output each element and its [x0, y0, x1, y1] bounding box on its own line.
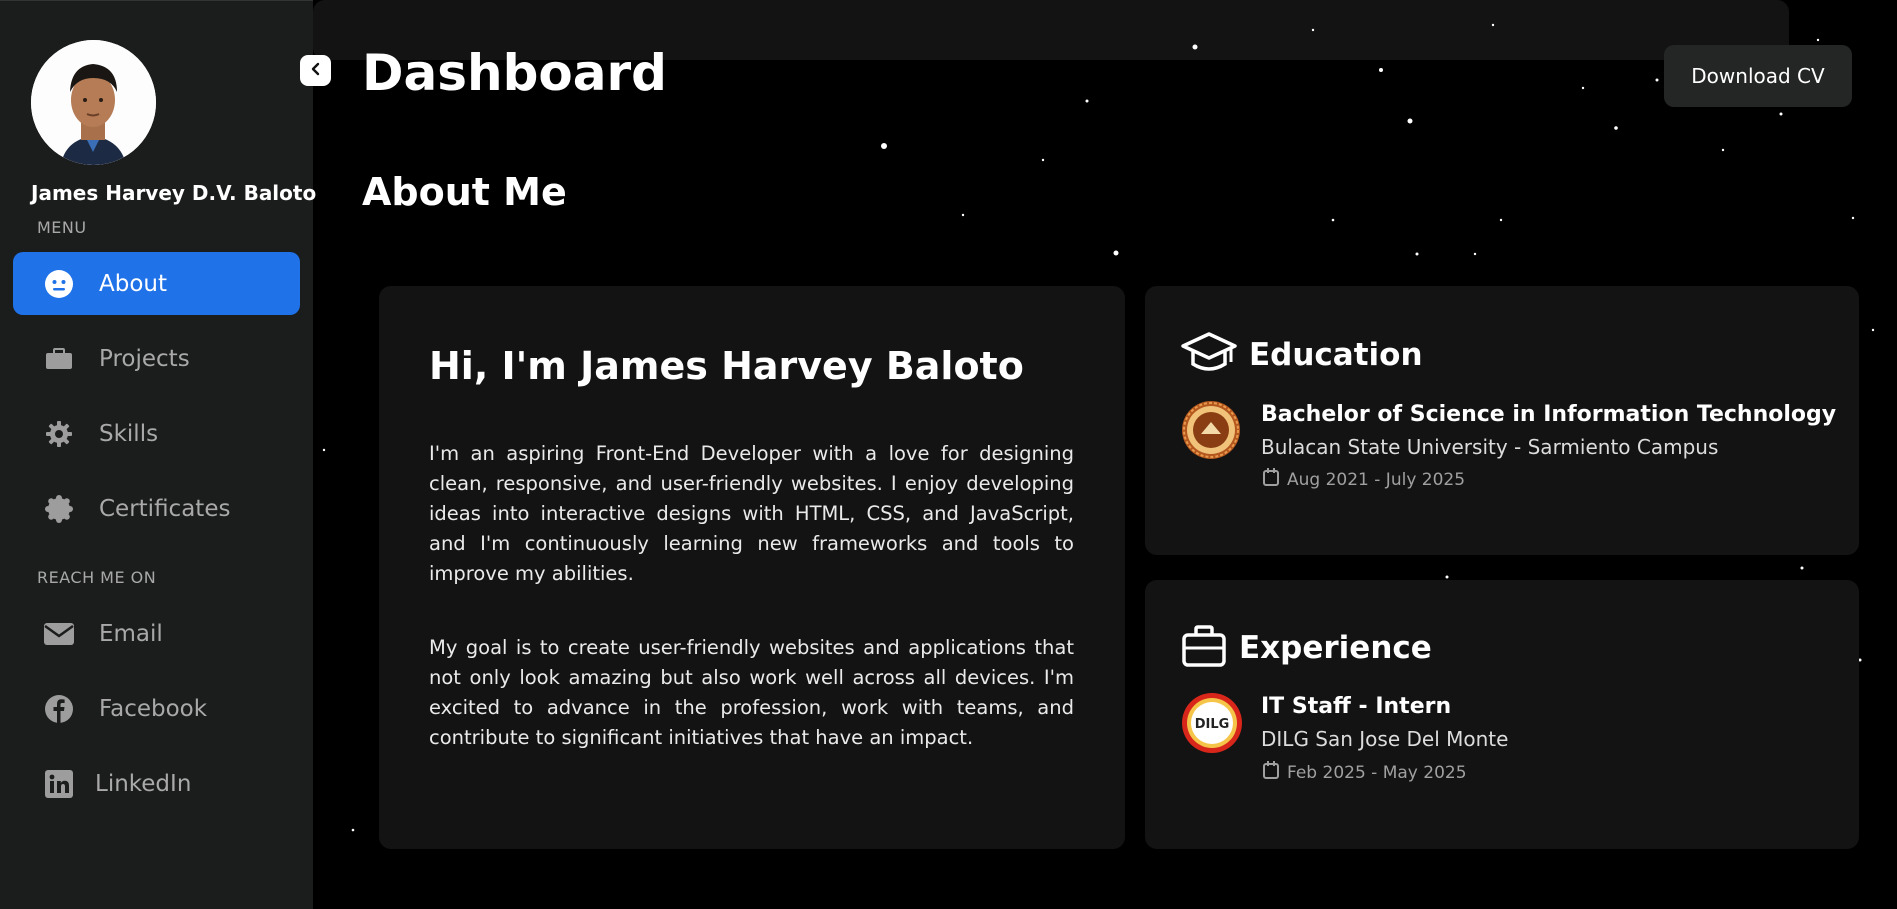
education-degree: Bachelor of Science in Information Techn… [1261, 402, 1837, 427]
calendar-icon [1263, 468, 1279, 491]
sidebar-item-label: About [99, 270, 168, 297]
sidebar-item-about[interactable]: About [13, 252, 300, 315]
gear-icon [43, 418, 75, 450]
collapse-sidebar-button[interactable] [300, 55, 331, 86]
main-content: Dashboard Download CV About Me Hi, I'm J… [313, 0, 1897, 909]
about-paragraph: My goal is to create user-friendly websi… [429, 636, 1074, 749]
about-paragraph: I'm an aspiring Front-End Developer with… [429, 442, 1074, 585]
avatar [31, 40, 156, 165]
experience-org: DILG San Jose Del Monte [1261, 727, 1509, 751]
briefcase-icon [43, 343, 75, 375]
dilg-logo-icon: DILG [1181, 692, 1242, 753]
envelope-icon [43, 618, 75, 650]
education-card: Education Bachelor of Science in Informa… [1145, 286, 1859, 555]
badge-icon [43, 493, 75, 525]
experience-card: Experience DILG IT Staff - Intern DILG S… [1145, 580, 1859, 849]
about-card: Hi, I'm James Harvey Baloto I'm an aspir… [379, 286, 1125, 849]
sidebar-item-facebook[interactable]: Facebook [13, 677, 300, 740]
smile-icon [43, 268, 75, 300]
sidebar-item-projects[interactable]: Projects [13, 327, 300, 390]
sidebar-item-label: Skills [99, 420, 159, 447]
experience-header: Experience [1181, 624, 1432, 672]
sidebar: James Harvey D.V. Baloto MENU About Proj… [0, 0, 317, 909]
dilg-logo-text: DILG [1195, 717, 1230, 732]
download-cv-button[interactable]: Download CV [1664, 45, 1852, 107]
sidebar-item-label: Facebook [99, 695, 208, 722]
sidebar-item-certificates[interactable]: Certificates [13, 477, 300, 540]
experience-title: Experience [1239, 630, 1432, 666]
graduation-cap-icon [1181, 330, 1237, 380]
education-school: Bulacan State University - Sarmiento Cam… [1261, 435, 1719, 459]
sidebar-item-email[interactable]: Email [13, 602, 300, 665]
page-title: Dashboard [362, 44, 667, 102]
section-title-about: About Me [362, 170, 567, 214]
sidebar-item-label: Email [99, 620, 163, 647]
chevron-left-icon [309, 61, 323, 80]
sidebar-item-label: Certificates [99, 495, 231, 522]
sidebar-item-linkedin[interactable]: LinkedIn [13, 752, 300, 815]
sidebar-item-label: LinkedIn [95, 770, 192, 797]
sidebar-item-skills[interactable]: Skills [13, 402, 300, 465]
experience-dates: Feb 2025 - May 2025 [1263, 761, 1467, 784]
education-title: Education [1249, 337, 1423, 373]
education-dates: Aug 2021 - July 2025 [1263, 468, 1465, 491]
reach-label: REACH ME ON [37, 568, 157, 587]
sidebar-item-label: Projects [99, 345, 190, 372]
experience-role: IT Staff - Intern [1261, 694, 1452, 719]
calendar-icon [1263, 761, 1279, 784]
facebook-icon [43, 693, 75, 725]
briefcase-icon [1181, 624, 1227, 672]
hero-heading: Hi, I'm James Harvey Baloto [429, 344, 1024, 388]
menu-label: MENU [37, 218, 87, 237]
education-dates-text: Aug 2021 - July 2025 [1287, 469, 1466, 490]
experience-dates-text: Feb 2025 - May 2025 [1287, 762, 1467, 783]
linkedin-icon [43, 768, 75, 800]
university-logo-icon [1181, 400, 1241, 460]
profile-name: James Harvey D.V. Baloto [31, 181, 317, 205]
education-header: Education [1181, 330, 1423, 380]
